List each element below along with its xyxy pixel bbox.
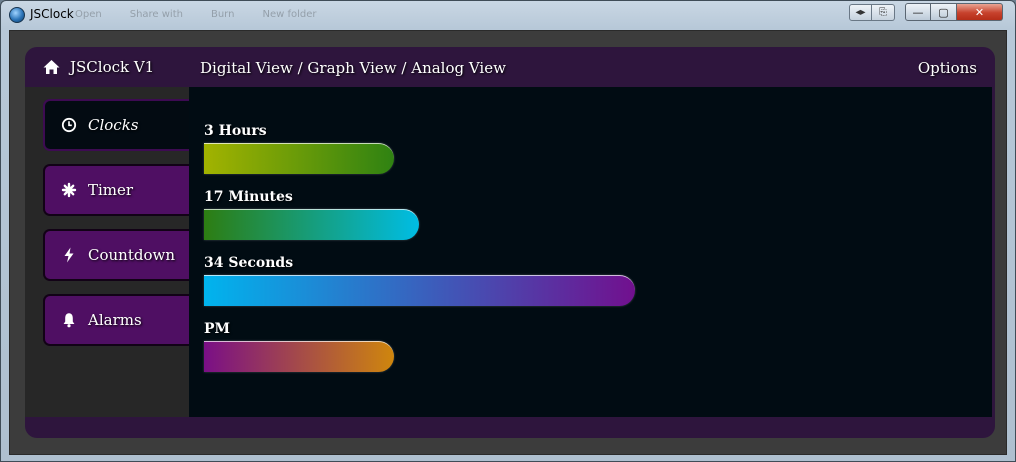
view-switcher-links[interactable]: Digital View / Graph View / Analog View <box>200 59 506 77</box>
window-title: JSClock <box>30 7 74 21</box>
brand-label: JSClock V1 <box>70 58 155 76</box>
minutes-bar <box>204 209 419 240</box>
ghost-toolbar-item: Open <box>75 9 102 20</box>
sidebar-item-label: Countdown <box>88 246 175 264</box>
ghost-toolbar-item: New folder <box>262 9 317 20</box>
sidebar-item-clocks[interactable]: Clocks <box>43 99 189 151</box>
clock-icon <box>61 117 77 133</box>
meridiem-metric: PM <box>204 321 964 372</box>
graph-view-panel: 3 Hours 17 Minutes 34 Seconds PM <box>189 87 992 417</box>
sidebar-item-alarms[interactable]: Alarms <box>43 294 189 346</box>
ghost-toolbar-item: Burn <box>210 9 235 20</box>
os-window: JSClock Open Share with Burn New folder … <box>0 0 1016 462</box>
window-client-area: JSClock V1 Digital View / Graph View / A… <box>9 30 1007 455</box>
window-titlebar[interactable]: JSClock Open Share with Burn New folder … <box>1 1 1015 29</box>
sidebar-item-label: Clocks <box>88 116 139 134</box>
seconds-metric: 34 Seconds <box>204 255 964 306</box>
options-link[interactable]: Options <box>918 59 977 77</box>
maximize-button[interactable]: ▢ <box>931 3 957 21</box>
sidebar-item-countdown[interactable]: Countdown <box>43 229 189 281</box>
split-arrows-button[interactable]: ◂▸ <box>849 4 872 21</box>
app-globe-icon <box>9 7 25 23</box>
seconds-bar <box>204 275 635 306</box>
sidebar-item-label: Timer <box>88 181 134 199</box>
minutes-metric: 17 Minutes <box>204 189 964 240</box>
hours-metric: 3 Hours <box>204 123 964 174</box>
app-frame: JSClock V1 Digital View / Graph View / A… <box>25 47 995 438</box>
popout-button[interactable]: ⎘ <box>872 4 895 21</box>
hours-bar <box>204 143 394 174</box>
meridiem-label: PM <box>204 321 231 337</box>
meridiem-bar <box>204 341 394 372</box>
background-toolbar-ghost: Open Share with Burn New folder <box>75 9 317 21</box>
top-navbar: JSClock V1 Digital View / Graph View / A… <box>25 47 995 87</box>
window-nav-buttons: ◂▸ ⎘ <box>849 4 895 21</box>
sidebar: Clocks Timer Countdown Alarms <box>25 87 189 417</box>
minutes-label: 17 Minutes <box>204 189 293 205</box>
meridiem-bar-track <box>204 341 964 372</box>
minimize-button[interactable]: — <box>905 3 931 21</box>
hours-label: 3 Hours <box>204 123 267 139</box>
lightning-icon <box>64 247 74 263</box>
seconds-label: 34 Seconds <box>204 255 294 271</box>
bell-icon <box>63 313 75 328</box>
close-button[interactable]: ✕ <box>957 3 1003 21</box>
caption-buttons: — ▢ ✕ <box>905 3 1003 21</box>
minutes-bar-track <box>204 209 964 240</box>
sidebar-item-timer[interactable]: Timer <box>43 164 189 216</box>
seconds-bar-track <box>204 275 964 306</box>
gear-icon <box>61 182 77 198</box>
hours-bar-track <box>204 143 964 174</box>
ghost-toolbar-item: Share with <box>129 9 183 20</box>
sidebar-item-label: Alarms <box>88 311 142 329</box>
home-icon <box>43 60 60 74</box>
brand-link[interactable]: JSClock V1 <box>43 58 154 76</box>
